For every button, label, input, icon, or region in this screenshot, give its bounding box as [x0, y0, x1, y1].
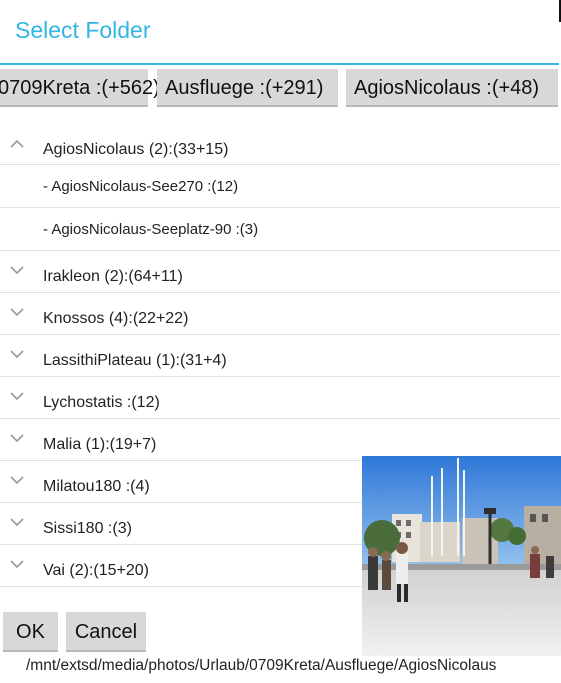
- tree-group-irakleon[interactable]: Irakleon (2):(64+11): [0, 251, 560, 293]
- chevron-down-icon[interactable]: [10, 433, 24, 443]
- dialog-title: Select Folder: [15, 17, 151, 43]
- tree-group-lassithiplateau[interactable]: LassithiPlateau (1):(31+4): [0, 335, 560, 377]
- current-path: /mnt/extsd/media/photos/Urlaub/0709Kreta…: [26, 657, 497, 674]
- breadcrumb-item-kreta[interactable]: 0709Kreta :(+562): [0, 69, 160, 107]
- chevron-down-icon[interactable]: [10, 475, 24, 485]
- tree-group-label: LassithiPlateau (1):(31+4): [43, 352, 227, 369]
- chevron-down-icon[interactable]: [10, 391, 24, 401]
- tree-group-label: Irakleon (2):(64+11): [43, 268, 183, 285]
- tree-group-malia[interactable]: Malia (1):(19+7): [0, 419, 560, 461]
- tree-group-knossos[interactable]: Knossos (4):(22+22): [0, 293, 560, 335]
- tree-group-label: Knossos (4):(22+22): [43, 310, 189, 327]
- chevron-down-icon[interactable]: [10, 349, 24, 359]
- tree-child-seeplatz[interactable]: - AgiosNicolaus-Seeplatz-90 :(3): [0, 208, 560, 251]
- tree-group-lychostatis[interactable]: Lychostatis :(12): [0, 377, 560, 419]
- tree-child-see270[interactable]: - AgiosNicolaus-See270 :(12): [0, 165, 560, 208]
- tree-group-label: Sissi180 :(3): [43, 520, 132, 537]
- chevron-up-icon[interactable]: [10, 139, 24, 149]
- tree-group-label: Lychostatis :(12): [43, 394, 160, 411]
- photo-thumbnail[interactable]: [362, 456, 561, 656]
- title-divider: [0, 63, 559, 65]
- tree-group-label: AgiosNicolaus (2):(33+15): [43, 141, 229, 158]
- chevron-down-icon[interactable]: [10, 559, 24, 569]
- tree-child-label: - AgiosNicolaus-Seeplatz-90 :(3): [43, 221, 259, 238]
- cancel-button[interactable]: Cancel: [66, 612, 146, 652]
- tree-group-label: Vai (2):(15+20): [43, 562, 149, 579]
- ok-button[interactable]: OK: [3, 612, 58, 652]
- tree-child-label: - AgiosNicolaus-See270 :(12): [43, 178, 239, 195]
- tree-group-label: Milatou180 :(4): [43, 478, 150, 495]
- breadcrumb-item-ausfluege[interactable]: Ausfluege :(+291): [157, 69, 338, 107]
- breadcrumb: 0709Kreta :(+562) Ausfluege :(+291) Agio…: [0, 69, 561, 109]
- chevron-down-icon[interactable]: [10, 265, 24, 275]
- photo-thumbnail-image: [362, 456, 561, 656]
- chevron-down-icon[interactable]: [10, 517, 24, 527]
- chevron-down-icon[interactable]: [10, 307, 24, 317]
- tree-group-agiosnicolaus[interactable]: AgiosNicolaus (2):(33+15): [0, 126, 560, 165]
- breadcrumb-item-agiosnicolaus[interactable]: AgiosNicolaus :(+48): [346, 69, 558, 107]
- tree-group-label: Malia (1):(19+7): [43, 436, 157, 453]
